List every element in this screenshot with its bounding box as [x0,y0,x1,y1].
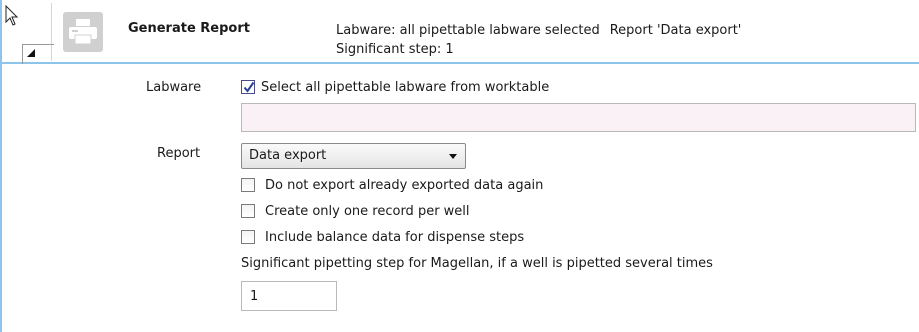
one-record-per-well-label[interactable]: Create only one record per well [265,204,470,219]
select-all-labware-label[interactable]: Select all pipettable labware from workt… [261,80,549,95]
one-record-per-well-checkbox[interactable] [241,204,255,218]
select-all-labware-checkbox[interactable] [241,80,255,94]
chevron-down-icon [449,154,457,159]
labware-field[interactable] [241,103,916,132]
labware-label: Labware [146,80,202,95]
do-not-export-again-label[interactable]: Do not export already exported data agai… [265,178,543,193]
generate-report-step-panel: Generate Report Labware: all pipettable … [0,0,919,332]
summary-report: Report 'Data export' [609,23,742,38]
summary-significant-step: Significant step: 1 [336,42,454,57]
significant-step-value: 1 [250,289,259,304]
step-handle[interactable] [3,3,54,64]
step-title: Generate Report [128,21,250,36]
expand-triangle-icon [27,49,35,57]
do-not-export-again-checkbox[interactable] [241,178,255,192]
significant-step-input[interactable]: 1 [241,281,337,311]
include-balance-data-label[interactable]: Include balance data for dispense steps [265,230,524,245]
checkmark-icon [243,81,255,93]
collapse-toggle[interactable] [22,44,54,64]
step-header[interactable]: Generate Report Labware: all pipettable … [0,0,919,64]
step-summary: Labware: all pipettable labware selected… [336,21,741,59]
report-select-value: Data export [249,148,327,163]
summary-labware: Labware: all pipettable labware selected [336,23,600,38]
printer-icon [63,12,103,52]
report-select[interactable]: Data export [241,143,466,169]
include-balance-data-checkbox[interactable] [241,230,255,244]
significant-step-label: Significant pipetting step for Magellan,… [241,256,713,271]
mouse-pointer-icon [5,4,19,31]
report-label: Report [157,146,201,161]
